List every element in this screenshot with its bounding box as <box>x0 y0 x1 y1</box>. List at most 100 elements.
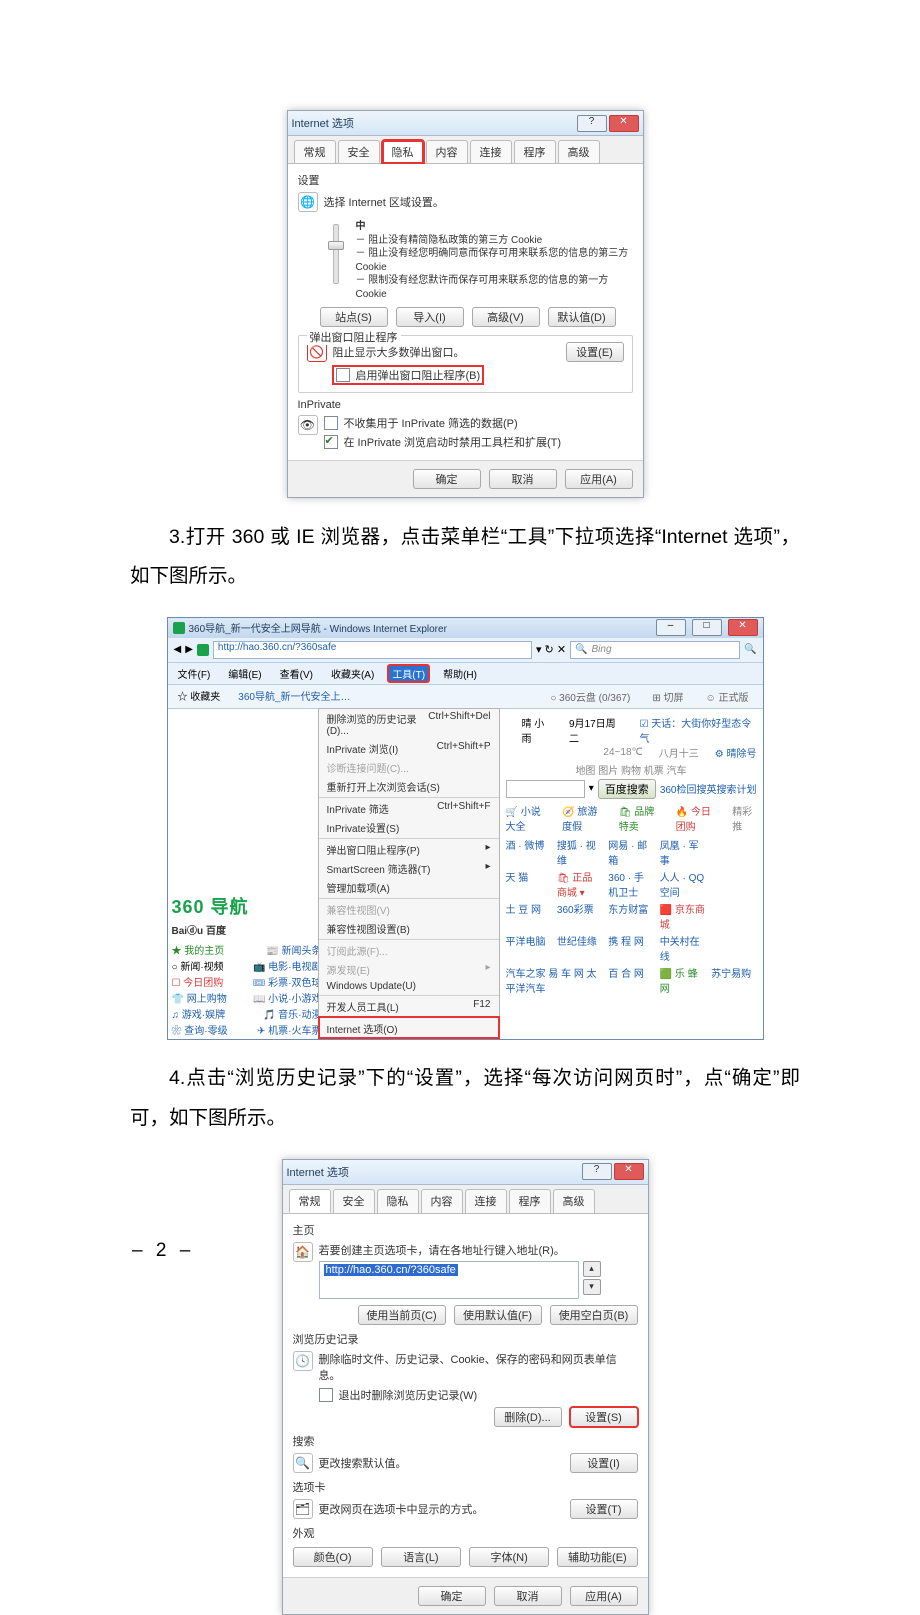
apply-button[interactable]: 应用(A) <box>565 469 633 489</box>
g32[interactable]: 携 程 网 <box>608 933 653 963</box>
ln-l2[interactable]: ☐ 今日团购 <box>172 974 224 989</box>
popup-settings-button[interactable]: 设置(E) <box>566 342 624 362</box>
use-default-button[interactable]: 使用默认值(F) <box>454 1305 542 1325</box>
ln-l5[interactable]: ❀ 查询·零级 <box>172 1022 228 1037</box>
privacy-slider[interactable] <box>324 220 348 301</box>
menu-help[interactable]: 帮助(H) <box>439 665 481 682</box>
g40[interactable]: 汽车之家 易 车 网 太平洋汽车 <box>506 965 603 995</box>
history-settings-button[interactable]: 设置(S) <box>570 1407 638 1427</box>
tab3-security[interactable]: 安全 <box>333 1189 375 1213</box>
portal-search-side[interactable]: 360检回搜英搜索计划 <box>660 781 757 796</box>
g03[interactable]: 凤凰 · 军事 <box>660 837 705 867</box>
ln-r0[interactable]: 📰 新闻头条 <box>266 942 321 957</box>
ln-l3[interactable]: 👕 网上购物 <box>172 990 227 1005</box>
fav-item[interactable]: 360导航_新一代安全上… <box>234 687 354 706</box>
inprivate-cb1[interactable] <box>324 416 338 430</box>
fonts-button[interactable]: 字体(N) <box>469 1547 549 1567</box>
use-current-button[interactable]: 使用当前页(C) <box>358 1305 446 1325</box>
ln-r2[interactable]: 🎟 彩票·双色球 <box>253 974 322 989</box>
menu-edit[interactable]: 编辑(E) <box>224 665 265 682</box>
dd-subscribe[interactable]: 订阅此源(F)... <box>319 939 499 960</box>
g21[interactable]: 360彩票 <box>557 901 602 931</box>
portal-search-button[interactable]: 百度搜索 <box>598 779 656 799</box>
search-tabs[interactable]: 地图 图片 购物 机票 汽车 <box>506 762 757 777</box>
delete-on-exit-cb[interactable] <box>319 1388 333 1402</box>
inprivate-cb2[interactable] <box>324 435 338 449</box>
delete-button[interactable]: 删除(D)... <box>494 1407 562 1427</box>
help-button[interactable]: ? <box>577 115 607 132</box>
tab3-general[interactable]: 常规 <box>289 1189 331 1213</box>
ln-r4[interactable]: 🎵 音乐·动漫 <box>263 1006 322 1021</box>
ln-r1[interactable]: 📺 电影·电视剧 <box>253 958 322 973</box>
search-box[interactable]: 🔍 Bing <box>570 641 740 659</box>
baidu-logo[interactable]: Baiⓓu 百度 <box>172 922 322 937</box>
g22[interactable]: 东方财富 <box>608 901 653 931</box>
cloud-disk[interactable]: ○ 360云盘 (0/367) <box>546 688 634 705</box>
tab3-advanced[interactable]: 高级 <box>553 1189 595 1213</box>
dd-windows-update[interactable]: Windows Update(U) <box>319 979 499 994</box>
g13[interactable]: 人人 · QQ空间 <box>660 869 705 899</box>
search-settings-button[interactable]: 设置(I) <box>570 1453 638 1473</box>
dd-inprivate-setting[interactable]: InPrivate设置(S) <box>319 818 499 837</box>
max-button[interactable]: □ <box>692 619 722 636</box>
tab3-privacy[interactable]: 隐私 <box>377 1189 419 1213</box>
tab-general[interactable]: 常规 <box>294 140 336 163</box>
fwd-icon[interactable]: ▶ <box>185 644 193 655</box>
cancel-button-3[interactable]: 取消 <box>494 1586 562 1606</box>
weather-air[interactable]: ☑ 天话：大街你好型态令气 <box>639 715 756 745</box>
languages-button[interactable]: 语言(L) <box>381 1547 461 1567</box>
tab3-content[interactable]: 内容 <box>421 1189 463 1213</box>
dd-delete-history[interactable]: 删除浏览的历史记录(D)...Ctrl+Shift+Del <box>319 709 499 739</box>
gh-0[interactable]: 🛒 小说大全 <box>506 803 551 833</box>
use-blank-button[interactable]: 使用空白页(B) <box>550 1305 638 1325</box>
g31[interactable]: 世纪佳缘 <box>557 933 602 963</box>
ln-l4[interactable]: ♫ 游戏·娱牌 <box>172 1006 226 1021</box>
menu-view[interactable]: 查看(V) <box>276 665 317 682</box>
gh-1[interactable]: 🧭 旅游度假 <box>562 803 607 833</box>
g43[interactable]: 苏宁易购 <box>711 965 756 995</box>
logo-360[interactable]: 360 导航 <box>172 893 249 919</box>
tab-advanced[interactable]: 高级 <box>558 140 600 163</box>
gh-2[interactable]: 🛍 品牌特卖 <box>619 803 664 833</box>
tab-security[interactable]: 安全 <box>338 140 380 163</box>
dd-addons[interactable]: 管理加载项(A) <box>319 878 499 897</box>
popup-enable-checkbox[interactable] <box>336 368 350 382</box>
dropdown-icon[interactable]: ▾ <box>589 783 594 794</box>
tab-programs[interactable]: 程序 <box>514 140 556 163</box>
g30[interactable]: 平洋电脑 <box>506 933 551 963</box>
ln-l1[interactable]: ○ 新闻·视频 <box>172 958 224 973</box>
g23[interactable]: 🟥 京东商城 <box>660 901 705 931</box>
home-down-icon[interactable]: ▾ <box>583 1279 601 1295</box>
g01[interactable]: 搜狐 · 视维 <box>557 837 602 867</box>
min-button[interactable]: – <box>656 619 686 636</box>
menu-file[interactable]: 文件(F) <box>174 665 215 682</box>
g02[interactable]: 网易 · 邮箱 <box>608 837 653 867</box>
back-icon[interactable]: ◀ <box>174 644 182 655</box>
default-button[interactable]: 默认值(D) <box>548 307 616 327</box>
close-button-2[interactable]: ✕ <box>728 619 758 636</box>
dd-reopen[interactable]: 重新打开上次浏览会话(S) <box>319 777 499 796</box>
dd-compat[interactable]: 兼容性视图(V) <box>319 898 499 919</box>
g42[interactable]: 🟩 乐 蜂 网 <box>660 965 705 995</box>
dd-diagnose[interactable]: 诊断连接问题(C)... <box>319 758 499 777</box>
dd-smartscreen[interactable]: SmartScreen 筛选器(T)▸ <box>319 859 499 878</box>
fav-star[interactable]: ☆ 收藏夹 <box>174 687 225 706</box>
tabs-settings-button[interactable]: 设置(T) <box>570 1499 638 1519</box>
g20[interactable]: 土 豆 网 <box>506 901 551 931</box>
cancel-button[interactable]: 取消 <box>489 469 557 489</box>
accessibility-button[interactable]: 辅助功能(E) <box>557 1547 637 1567</box>
home-url-box[interactable]: http://hao.360.cn/?360safe <box>319 1261 579 1299</box>
close-button[interactable]: ✕ <box>609 115 639 132</box>
tab3-programs[interactable]: 程序 <box>509 1189 551 1213</box>
dd-popup[interactable]: 弹出窗口阻止程序(P)▸ <box>319 838 499 859</box>
dd-inprivate-filter[interactable]: InPrivate 筛选Ctrl+Shift+F <box>319 797 499 818</box>
home-up-icon[interactable]: ▴ <box>583 1261 601 1277</box>
tab-privacy[interactable]: 隐私 <box>382 140 424 163</box>
g10[interactable]: 天 猫 <box>506 869 551 899</box>
search-go-icon[interactable]: 🔍 <box>744 644 756 655</box>
screenshot-btn[interactable]: ⊞ 切屏 <box>648 688 687 705</box>
gh-3[interactable]: 🔥 今日团购 <box>676 803 721 833</box>
import-button[interactable]: 导入(I) <box>396 307 464 327</box>
sites-button[interactable]: 站点(S) <box>320 307 388 327</box>
portal-search-input[interactable] <box>506 780 585 798</box>
